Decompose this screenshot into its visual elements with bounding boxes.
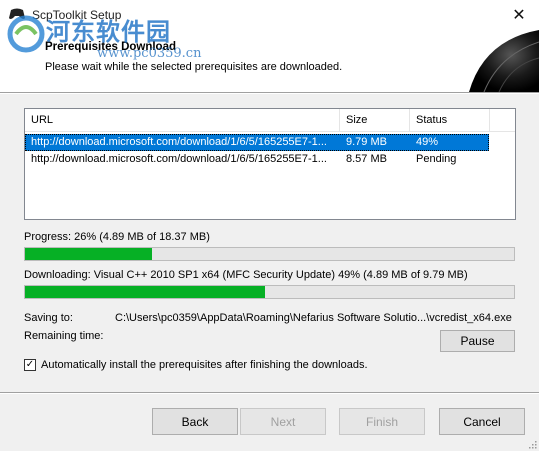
checkmark-icon: ✓ [25, 359, 35, 370]
footer-divider-highlight [0, 393, 539, 394]
cell-status: 49% [416, 136, 439, 148]
overall-progress-fill [25, 248, 153, 260]
list-row-2[interactable]: http://download.microsoft.com/download/1… [25, 151, 489, 168]
list-row-1[interactable]: http://download.microsoft.com/download/1… [25, 134, 489, 151]
resize-grip-icon[interactable] [527, 439, 537, 449]
cell-status: Pending [416, 153, 457, 165]
cell-size: 9.79 MB [346, 136, 387, 148]
column-header-url[interactable]: URL [25, 109, 340, 131]
watermark-text: 河东软件园 [46, 17, 171, 46]
download-progress-bar [24, 285, 515, 299]
header-divider-highlight [0, 93, 539, 94]
column-header-status[interactable]: Status [410, 109, 490, 131]
cancel-button[interactable]: Cancel [439, 408, 525, 435]
list-header: URL Size Status [25, 109, 515, 132]
column-header-size[interactable]: Size [340, 109, 410, 131]
next-button[interactable]: Next [240, 408, 326, 435]
download-progress-fill [25, 286, 265, 298]
pause-button[interactable]: Pause [440, 330, 515, 352]
back-button[interactable]: Back [152, 408, 238, 435]
cell-url: http://download.microsoft.com/download/1… [31, 136, 327, 148]
page-subtitle: Please wait while the selected prerequis… [45, 61, 343, 73]
close-icon: ✕ [512, 7, 526, 24]
saving-to-label: Saving to: [24, 312, 73, 324]
saving-path: C:\Users\pc0359\AppData\Roaming\Nefarius… [115, 312, 512, 324]
overall-progress-label: Progress: 26% (4.89 MB of 18.37 MB) [24, 231, 210, 243]
downloading-label: Downloading: Visual C++ 2010 SP1 x64 (MF… [24, 269, 468, 281]
prerequisites-list[interactable]: URL Size Status http://download.microsof… [24, 108, 516, 220]
auto-install-checkbox[interactable]: ✓ [24, 359, 36, 371]
auto-install-label[interactable]: Automatically install the prerequisites … [41, 359, 368, 371]
finish-button[interactable]: Finish [339, 408, 425, 435]
header-graphic [469, 30, 539, 92]
close-button[interactable]: ✕ [499, 0, 539, 30]
overall-progress-bar [24, 247, 515, 261]
cell-size: 8.57 MB [346, 153, 387, 165]
cell-url: http://download.microsoft.com/download/1… [31, 153, 327, 165]
watermark-url: www.pc0359.cn [97, 46, 202, 61]
setup-window: ScpToolkit Setup ✕ Prerequisites Downloa… [0, 0, 539, 451]
watermark-logo [7, 15, 45, 53]
remaining-time-label: Remaining time: [24, 330, 104, 342]
